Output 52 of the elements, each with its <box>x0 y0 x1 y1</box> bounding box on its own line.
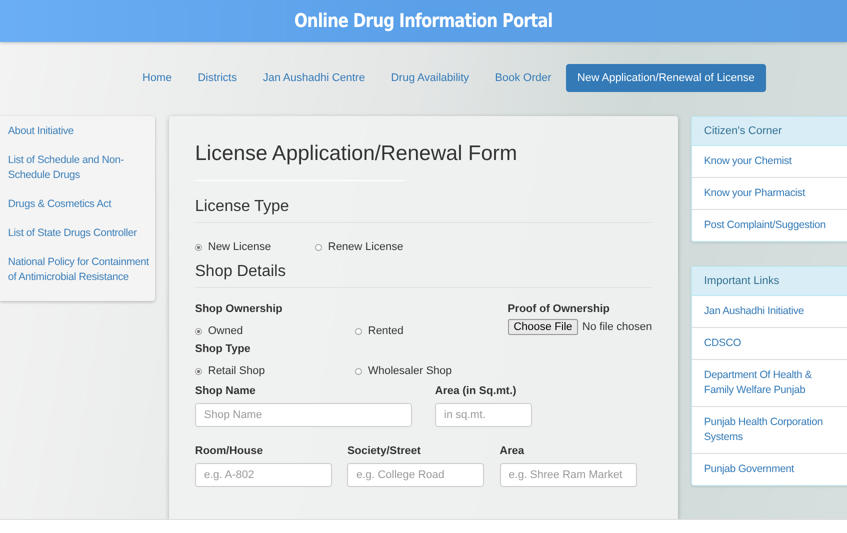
panel-link[interactable]: Jan Aushadhi Initiative <box>692 296 847 327</box>
field-label: Proof of Ownership <box>508 303 611 315</box>
panel-link[interactable]: CDSCO <box>692 327 847 359</box>
choose-file-button[interactable]: Choose File <box>508 319 578 335</box>
radio-label: Renew License <box>328 241 404 253</box>
nav-tab[interactable]: Book Order <box>484 64 562 92</box>
section-heading: Shop Details <box>195 263 652 288</box>
file-status: No file chosen <box>582 321 652 333</box>
nav-tab[interactable]: Home <box>131 64 183 92</box>
panel-link[interactable]: Punjab Government <box>692 453 847 485</box>
field-label: Area (in Sq.mt.) <box>435 385 518 397</box>
address-field[interactable]: e.g. A-802 <box>195 463 332 487</box>
radio-label: Rented <box>368 325 404 337</box>
nav-tab[interactable]: Drug Availability <box>380 64 480 92</box>
shop-name-field[interactable]: Shop Name <box>195 403 412 427</box>
radio-button[interactable] <box>355 328 362 334</box>
sidebar-link[interactable]: List of Schedule and Non-Schedule Drugs <box>0 151 155 195</box>
panel-link[interactable]: Post Complaint/Suggestion <box>692 209 847 241</box>
panel-link[interactable]: Know your Chemist <box>692 146 847 177</box>
radio-label: Retail Shop <box>208 365 265 377</box>
panel-link[interactable]: Know your Pharmacist <box>692 177 847 209</box>
radio-button[interactable] <box>315 244 322 250</box>
address-field[interactable]: e.g. Shree Ram Market <box>500 463 637 487</box>
field-label: Society/Street <box>347 445 422 457</box>
portal-title: Online Drug Information Portal <box>294 10 553 32</box>
nav-tab[interactable]: Districts <box>186 64 248 92</box>
sidebar-link[interactable]: About Initiative <box>0 122 155 151</box>
sidebar-link[interactable]: Drugs & Cosmetics Act <box>0 195 155 224</box>
section-heading: License Type <box>195 198 652 223</box>
radio-button[interactable] <box>195 328 202 334</box>
radio-button[interactable] <box>355 368 362 374</box>
field-label: Shop Type <box>195 343 252 355</box>
nav-tab[interactable]: Jan Aushadhi Centre <box>252 64 376 92</box>
radio-label: Wholesaler Shop <box>368 365 452 377</box>
panel-link[interactable]: Punjab Health Corporation Systems <box>692 406 847 453</box>
nav-tab[interactable]: New Application/Renewal of License <box>566 64 766 92</box>
field-label: Room/House <box>195 445 264 457</box>
sidebar-link[interactable]: List of State Drugs Controller <box>0 224 155 253</box>
sidebar-link[interactable]: National Policy for Containment of Antimicrobial Resistance <box>0 253 155 297</box>
form-title: License Application/Renewal Form <box>195 142 518 166</box>
area-field[interactable]: in sq.mt. <box>435 403 532 427</box>
field-label: Shop Name <box>195 385 257 397</box>
address-field[interactable]: e.g. College Road <box>347 463 484 487</box>
panel-heading: Citizen's Corner <box>692 117 847 146</box>
radio-button[interactable] <box>195 368 202 374</box>
panel-link[interactable]: Department Of Health & Family Welfare Punjab <box>692 359 847 406</box>
field-label: Shop Ownership <box>195 303 284 315</box>
radio-label: Owned <box>208 325 243 337</box>
panel-heading: Important Links <box>692 267 847 296</box>
radio-label: New License <box>208 241 271 253</box>
field-label: Area <box>500 445 526 457</box>
radio-button[interactable] <box>195 244 202 250</box>
